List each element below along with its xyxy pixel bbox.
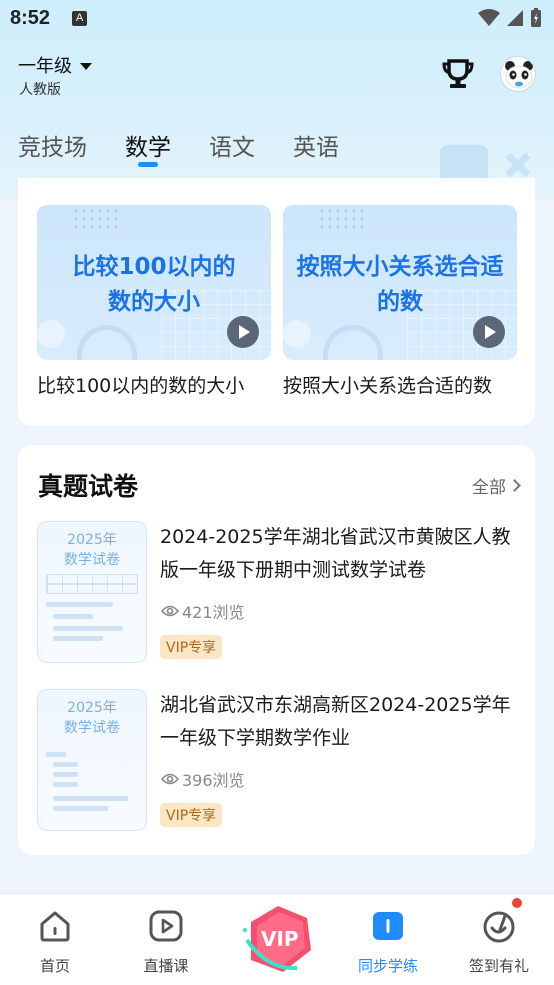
vip-text: VIP (261, 927, 299, 951)
paper-cover-title: 2025年 数学试卷 (38, 698, 146, 738)
battery-icon (531, 8, 541, 27)
subject-tabs: 竞技场 数学 语文 英语 (18, 128, 377, 167)
home-icon (40, 911, 70, 942)
view-all-label: 全部 (472, 478, 506, 498)
book-icon (373, 912, 403, 940)
video-lessons-card: 比较100以内的数的大小 比较100以内的数的大小 按照大小关系选合适的数 按照… (18, 178, 535, 426)
views-count: 421浏览 (161, 599, 245, 623)
live-play-icon (149, 910, 183, 942)
paper-line (53, 772, 78, 777)
vip-icon: VIP (243, 906, 311, 972)
views-label: 421浏览 (182, 603, 245, 622)
paper-cover-year: 2025年 (67, 700, 117, 716)
decor-circle (283, 320, 311, 348)
view-all-link[interactable]: 全部 (472, 473, 521, 498)
play-icon[interactable] (227, 316, 259, 348)
nav-live-label: 直播课 (143, 957, 189, 975)
trophy-icon[interactable] (440, 56, 476, 92)
paper-line (53, 762, 78, 767)
status-icons (478, 8, 542, 28)
eye-icon (161, 605, 179, 617)
views-count: 396浏览 (161, 767, 245, 791)
checkin-icon (483, 911, 515, 943)
paper-line (53, 806, 108, 811)
paper-cover-subject: 数学试卷 (64, 720, 120, 736)
section-title: 真题试卷 (38, 472, 139, 501)
video-cover-title: 比较100以内的数的大小 (72, 254, 236, 315)
status-time: 8:52 (10, 7, 51, 29)
views-label: 396浏览 (182, 771, 245, 790)
tab-arena[interactable]: 竞技场 (18, 128, 87, 162)
vip-badge: VIP专享 (160, 635, 223, 659)
paper-line (46, 752, 66, 757)
grade-selector[interactable]: 一年级 (18, 52, 92, 78)
nav-checkin-label: 签到有礼 (468, 957, 529, 975)
nav-sync-practice[interactable]: 同步学练 (338, 894, 438, 985)
paper-table-row (46, 574, 138, 584)
real-exam-papers-card: 真题试卷 全部 2025年 数学试卷 2024-2025学年湖北省武汉市黄陂区人… (18, 445, 535, 855)
decor-arc (323, 325, 383, 360)
tab-math-label: 数学 (125, 135, 171, 161)
tab-chinese[interactable]: 语文 (209, 128, 255, 162)
notification-a-icon: A (72, 11, 87, 26)
avatar[interactable] (500, 56, 536, 92)
bottom-navigation: 首页 直播课 VIP 同步学练 签到有礼 (0, 893, 554, 985)
paper-cover-title: 2025年 数学试卷 (38, 530, 146, 570)
paper-line (53, 636, 103, 641)
paper-line (53, 626, 123, 631)
decor-circle (37, 320, 65, 348)
edition-label: 人教版 (19, 82, 61, 98)
paper-cover-subject: 数学试卷 (64, 552, 120, 568)
video-caption[interactable]: 比较100以内的数的大小 (37, 371, 271, 398)
video-thumbnail[interactable]: 按照大小关系选合适的数 (283, 205, 517, 360)
eye-icon (161, 773, 179, 785)
grade-label: 一年级 (18, 56, 72, 77)
paper-line (53, 614, 93, 619)
paper-line (53, 602, 113, 607)
dot-pattern (318, 207, 368, 233)
decor-arc (77, 325, 137, 360)
paper-line (53, 782, 78, 787)
nav-home[interactable]: 首页 (5, 894, 105, 985)
paper-cover[interactable]: 2025年 数学试卷 (37, 689, 147, 831)
paper-table-row (46, 584, 138, 594)
nav-home-label: 首页 (39, 957, 70, 975)
play-icon[interactable] (473, 316, 505, 348)
chevron-right-icon (508, 479, 521, 492)
active-tab-indicator (138, 162, 158, 167)
tab-math[interactable]: 数学 (125, 128, 171, 167)
tab-english[interactable]: 英语 (293, 128, 339, 162)
nav-checkin[interactable]: 签到有礼 (449, 894, 549, 985)
nav-live[interactable]: 直播课 (116, 894, 216, 985)
dot-pattern (72, 207, 122, 233)
signal-icon (507, 10, 523, 26)
nav-sync-practice-label: 同步学练 (357, 957, 418, 975)
paper-line (53, 796, 128, 801)
status-bar: 8:52 A (0, 0, 554, 38)
paper-cover[interactable]: 2025年 数学试卷 (37, 521, 147, 663)
video-caption[interactable]: 按照大小关系选合适的数 (283, 371, 515, 398)
wifi-icon (478, 9, 500, 26)
video-cover-title: 按照大小关系选合适的数 (296, 254, 504, 315)
vip-badge: VIP专享 (160, 803, 223, 827)
video-thumbnail[interactable]: 比较100以内的数的大小 (37, 205, 271, 360)
paper-title[interactable]: 湖北省武汉市东湖高新区2024-2025学年一年级下学期数学作业 (160, 689, 515, 755)
paper-title[interactable]: 2024-2025学年湖北省武汉市黄陂区人教版一年级下册期中测试数学试卷 (160, 521, 515, 587)
caret-down-icon (80, 62, 92, 70)
notification-dot (512, 898, 522, 908)
nav-vip[interactable]: VIP (227, 894, 327, 985)
paper-cover-year: 2025年 (67, 532, 117, 548)
